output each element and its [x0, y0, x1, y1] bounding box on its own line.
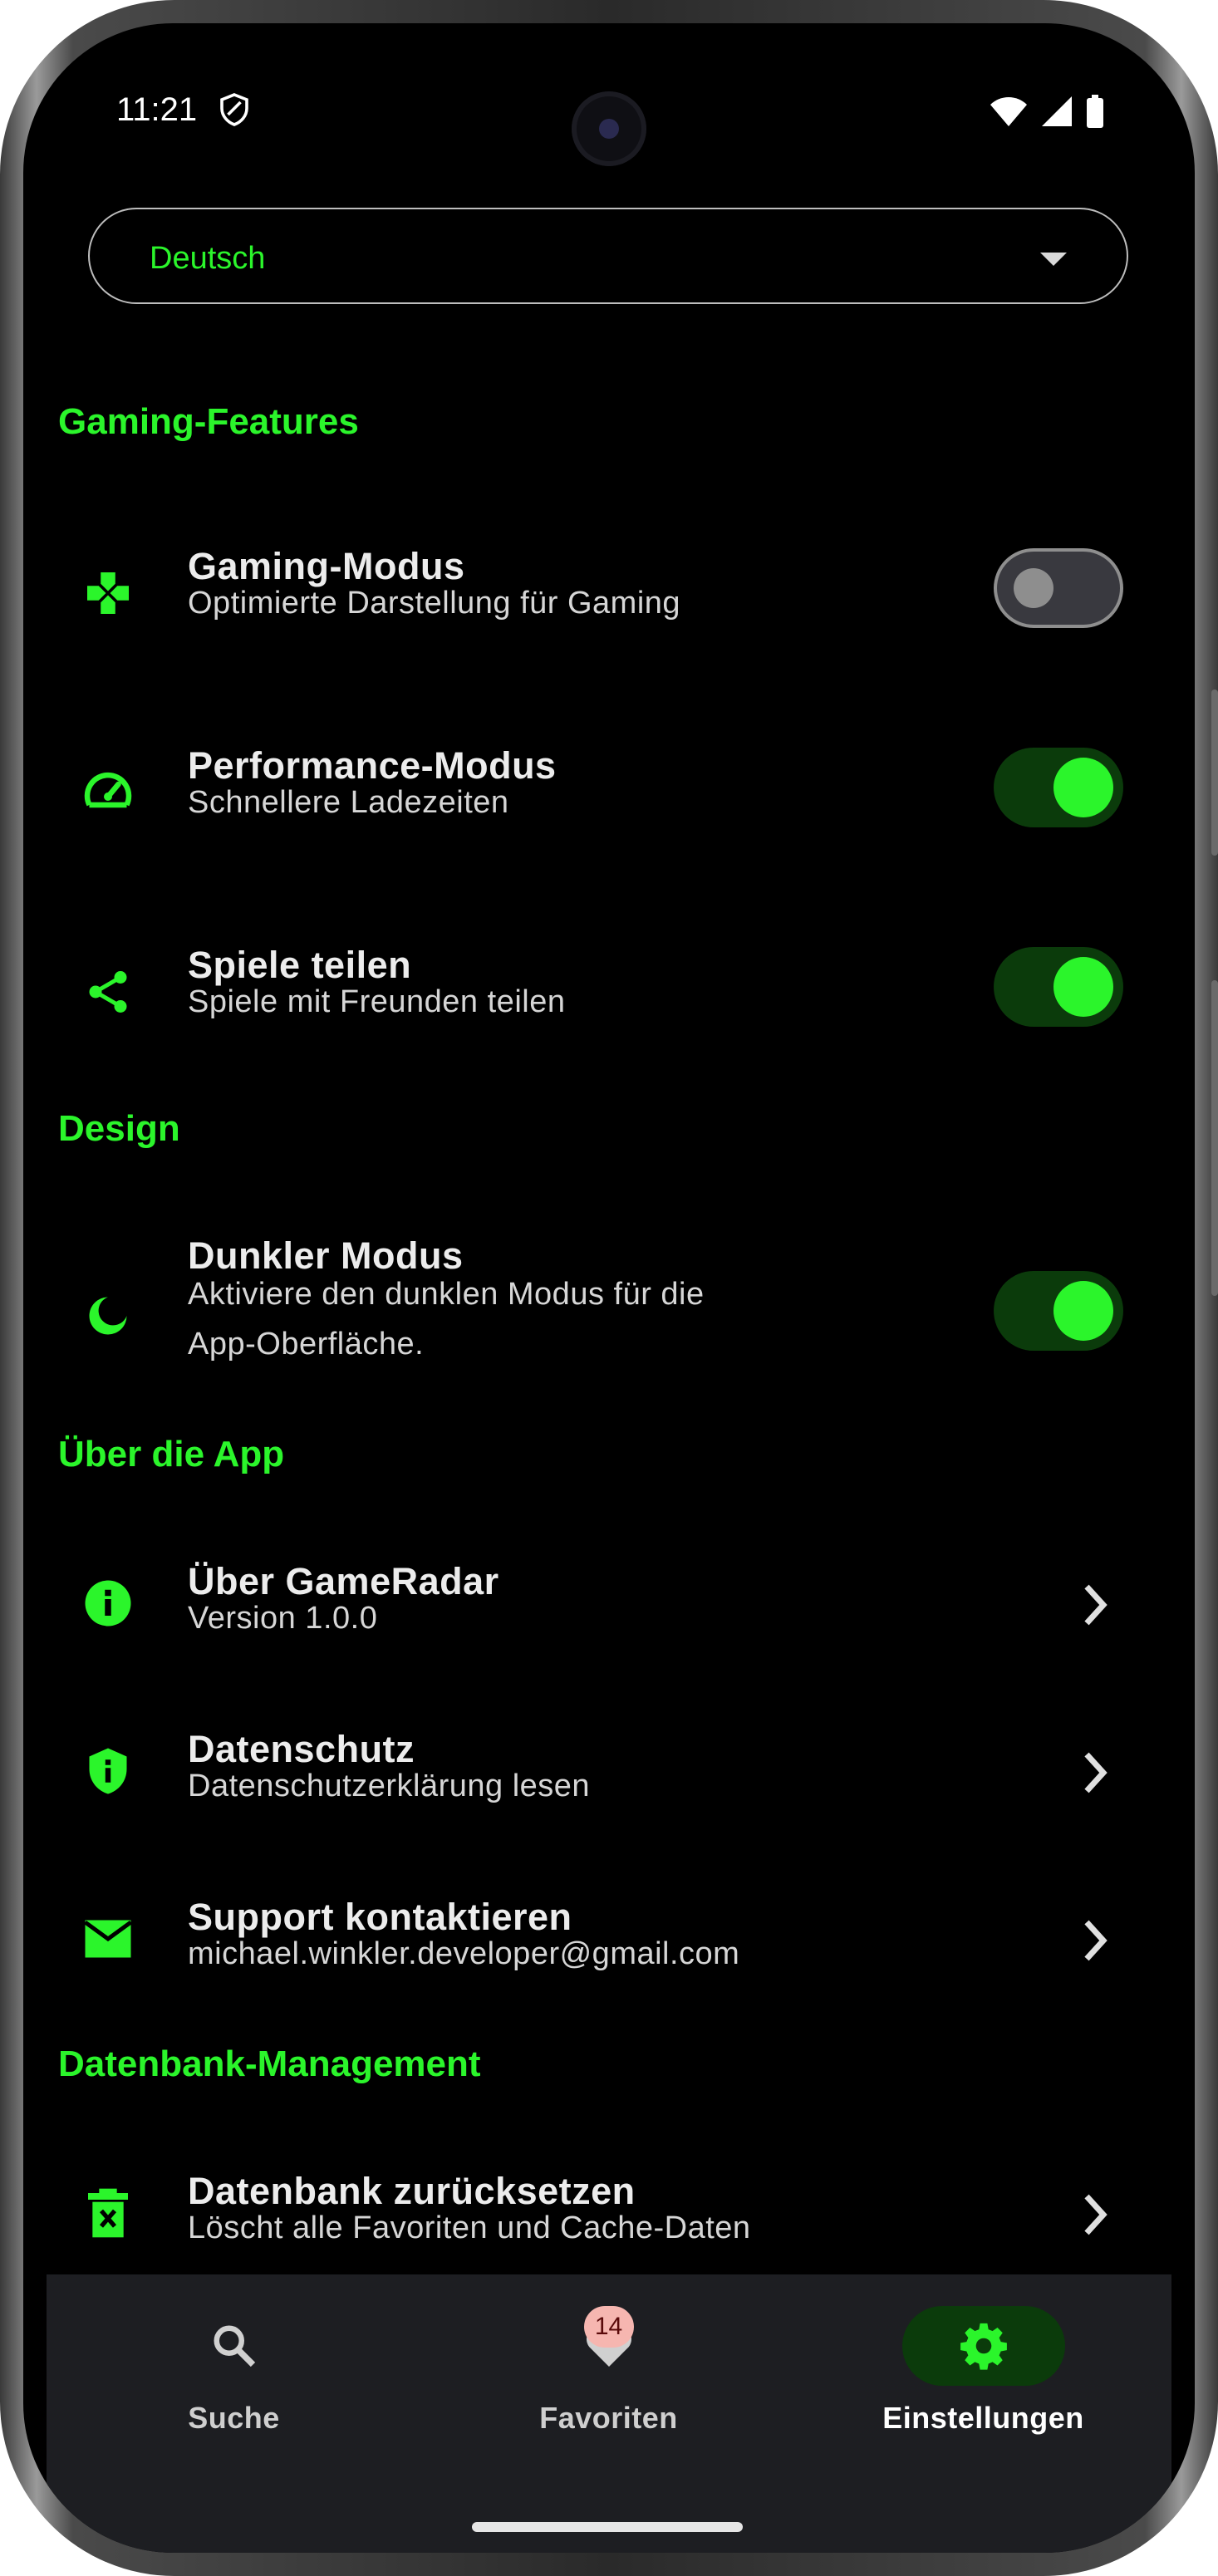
privacy-subtitle: Datenschutzerklärung lesen [188, 1769, 591, 1803]
power-button [1211, 689, 1218, 856]
trash-icon [83, 2188, 133, 2238]
favorites-count-badge: 14 [583, 2306, 634, 2348]
wifi-icon [990, 97, 1027, 126]
shield-status-icon [219, 93, 249, 130]
performance-mode-subtitle: Schnellere Ladezeiten [188, 785, 509, 820]
nav-label-search: Suche [188, 2401, 280, 2435]
section-gaming-features: Gaming-Features [58, 401, 359, 442]
setting-privacy[interactable]: Datenschutz Datenschutzerklärung lesen [23, 1693, 1195, 1859]
setting-share-games[interactable]: Spiele teilen Spiele mit Freunden teilen [23, 909, 1195, 1075]
chevron-right-icon [1084, 1920, 1107, 1961]
gamepad-icon [83, 568, 133, 618]
nav-label-favorites: Favoriten [539, 2401, 678, 2435]
share-icon [83, 967, 133, 1017]
status-icons [989, 95, 1105, 128]
setting-gaming-mode[interactable]: Gaming-Modus Optimierte Darstellung für … [23, 510, 1195, 676]
setting-dark-mode[interactable]: Dunkler Modus Aktiviere den dunklen Modu… [23, 1209, 1195, 1409]
nav-item-favorites[interactable]: 14 Favoriten [421, 2274, 796, 2457]
front-camera [572, 91, 646, 166]
chevron-right-icon [1084, 1584, 1107, 1626]
dark-mode-subtitle-line2: App-Oberfläche. [188, 1327, 425, 1362]
section-about-app: Über die App [58, 1434, 285, 1474]
volume-button [1211, 980, 1218, 1296]
about-app-subtitle: Version 1.0.0 [188, 1601, 378, 1636]
language-dropdown[interactable]: Deutsch [88, 208, 1128, 304]
speedometer-icon [83, 768, 133, 817]
reset-database-subtitle: Löscht alle Favoriten und Cache-Daten [188, 2210, 751, 2245]
section-design: Design [58, 1108, 180, 1149]
status-bar: 11:21 [23, 23, 1195, 166]
nav-item-search[interactable]: Suche [47, 2274, 421, 2457]
chevron-right-icon [1084, 2194, 1107, 2235]
dropdown-arrow-icon [1040, 253, 1067, 266]
language-selected-value: Deutsch [150, 241, 266, 276]
shield-icon [83, 1746, 133, 1796]
dark-mode-toggle[interactable] [994, 1271, 1123, 1351]
battery-icon [1087, 95, 1103, 128]
gear-icon [901, 2306, 1065, 2386]
status-time: 11:21 [116, 91, 198, 128]
setting-support[interactable]: Support kontaktieren michael.winkler.dev… [23, 1861, 1195, 2027]
chevron-right-icon [1084, 1752, 1107, 1793]
setting-performance-mode[interactable]: Performance-Modus Schnellere Ladezeiten [23, 709, 1195, 876]
setting-about-app[interactable]: Über GameRadar Version 1.0.0 [23, 1525, 1195, 1691]
moon-icon [83, 1291, 133, 1341]
signal-icon [1042, 96, 1072, 126]
screen: 11:21 Deutsch Gaming-Features Gaming-Mod… [23, 23, 1195, 2553]
home-indicator[interactable] [472, 2522, 743, 2532]
share-games-toggle[interactable] [994, 947, 1123, 1027]
mail-icon [83, 1914, 133, 1964]
search-icon [153, 2306, 316, 2386]
share-games-subtitle: Spiele mit Freunden teilen [188, 984, 566, 1019]
nav-label-settings: Einstellungen [882, 2401, 1084, 2435]
gaming-mode-subtitle: Optimierte Darstellung für Gaming [188, 586, 681, 621]
section-database-management: Datenbank-Management [58, 2044, 481, 2084]
support-email: michael.winkler.developer@gmail.com [188, 1936, 740, 1971]
gaming-mode-toggle[interactable] [994, 548, 1123, 628]
info-icon [83, 1578, 133, 1628]
bottom-navigation: Suche 14 Favoriten Einstellungen [47, 2274, 1171, 2553]
dark-mode-subtitle-line1: Aktiviere den dunklen Modus für die [188, 1277, 705, 1312]
performance-mode-toggle[interactable] [994, 748, 1123, 827]
nav-item-settings[interactable]: Einstellungen [796, 2274, 1171, 2457]
